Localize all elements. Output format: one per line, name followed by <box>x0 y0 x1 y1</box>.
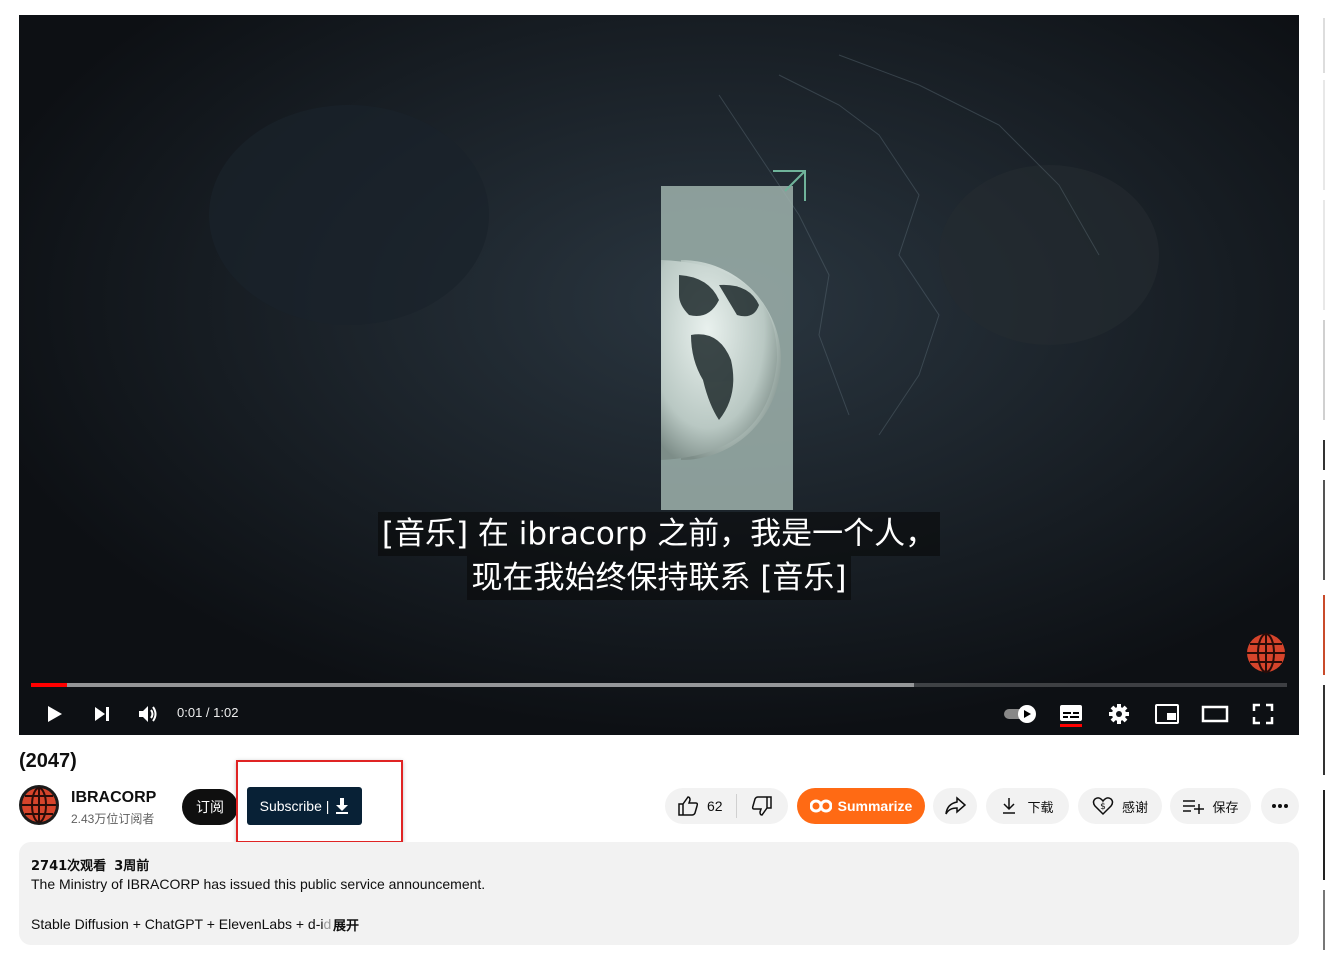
caption-line-2: 现在我始终保持联系 [音乐] <box>467 556 851 600</box>
thumbs-up-icon <box>678 796 699 816</box>
summarize-label: Summarize <box>837 798 913 814</box>
like-button[interactable]: 62 <box>665 794 737 818</box>
expand-description-button[interactable]: 展开 <box>333 915 359 934</box>
highlight-box <box>236 760 403 843</box>
theater-icon <box>1201 705 1229 723</box>
captions-button[interactable] <box>1056 699 1086 729</box>
skip-next-icon <box>95 707 109 721</box>
description-line-2-text: Stable Diffusion + ChatGPT + ElevenLabs … <box>31 916 324 932</box>
download-button[interactable]: 下载 <box>986 788 1069 824</box>
next-button[interactable] <box>86 699 116 729</box>
description-box[interactable]: 2741次观看 3周前 The Ministry of IBRACORP has … <box>19 842 1299 945</box>
channel-name[interactable]: IBRACORP <box>71 789 156 807</box>
save-label: 保存 <box>1212 800 1239 816</box>
description-line-2-fade: d <box>323 916 332 932</box>
buffered-bar <box>31 683 914 687</box>
subscribe-button[interactable]: 订阅 <box>182 789 238 825</box>
autoplay-icon <box>1004 705 1036 723</box>
time-display: 0:01 / 1:02 <box>177 705 239 720</box>
thumbs-down-icon <box>751 796 772 816</box>
played-bar <box>31 683 68 687</box>
like-count: 62 <box>707 798 723 814</box>
share-icon <box>945 796 966 815</box>
channel-watermark-icon[interactable] <box>1245 632 1287 674</box>
miniplayer-button[interactable] <box>1152 699 1182 729</box>
share-button[interactable] <box>933 788 977 824</box>
download-arrow-icon <box>1003 798 1016 814</box>
settings-button[interactable] <box>1104 699 1134 729</box>
video-captions: [音乐] 在 ibracorp 之前，我是一个人， 现在我始终保持联系 [音乐] <box>19 512 1299 600</box>
thanks-label: 感谢 <box>1121 800 1148 816</box>
playlist-add-icon <box>1183 800 1205 814</box>
description-line-1: The Ministry of IBRACORP has issued this… <box>31 876 486 892</box>
subscriber-count: 2.43万位订阅者 <box>71 812 155 826</box>
like-dislike-group: 62 <box>665 788 788 824</box>
caption-line-1: [音乐] 在 ibracorp 之前，我是一个人， <box>377 512 941 556</box>
save-button[interactable]: 保存 <box>1170 788 1251 824</box>
recommendations-edge <box>1323 18 1325 950</box>
progress-bar[interactable] <box>31 683 1287 687</box>
player-controls: 0:01 / 1:02 <box>19 691 1299 735</box>
play-icon <box>48 706 62 722</box>
play-button[interactable] <box>39 699 69 729</box>
super-thanks-icon: $ <box>1092 797 1114 816</box>
video-meta: 2741次观看 3周前 <box>31 855 157 874</box>
autoplay-toggle[interactable] <box>1001 699 1041 729</box>
theater-mode-button[interactable] <box>1200 699 1230 729</box>
more-horizontal-icon <box>1272 804 1288 808</box>
video-player[interactable]: [音乐] 在 ibracorp 之前，我是一个人， 现在我始终保持联系 [音乐]… <box>19 15 1299 735</box>
upload-age: 3周前 <box>114 859 150 874</box>
miniplayer-icon <box>1155 704 1179 724</box>
captions-icon <box>1060 705 1082 727</box>
volume-button[interactable] <box>133 699 163 729</box>
thanks-button[interactable]: $ 感谢 <box>1078 788 1162 824</box>
view-count: 2741次观看 <box>31 859 107 874</box>
summarize-button[interactable]: Summarize <box>797 788 925 824</box>
gear-icon <box>1109 704 1129 724</box>
dislike-button[interactable] <box>737 795 787 817</box>
more-actions-button[interactable] <box>1261 788 1299 824</box>
description-line-2: Stable Diffusion + ChatGPT + ElevenLabs … <box>31 916 331 932</box>
svg-text:$: $ <box>1100 802 1106 812</box>
channel-avatar[interactable] <box>19 785 59 825</box>
volume-icon <box>139 706 157 722</box>
fullscreen-icon <box>1252 703 1274 725</box>
download-label: 下载 <box>1027 800 1054 816</box>
summarize-logo-icon <box>809 799 832 813</box>
video-frame <box>19 15 1299 735</box>
fullscreen-button[interactable] <box>1248 699 1278 729</box>
video-title: (2047) <box>19 750 77 772</box>
